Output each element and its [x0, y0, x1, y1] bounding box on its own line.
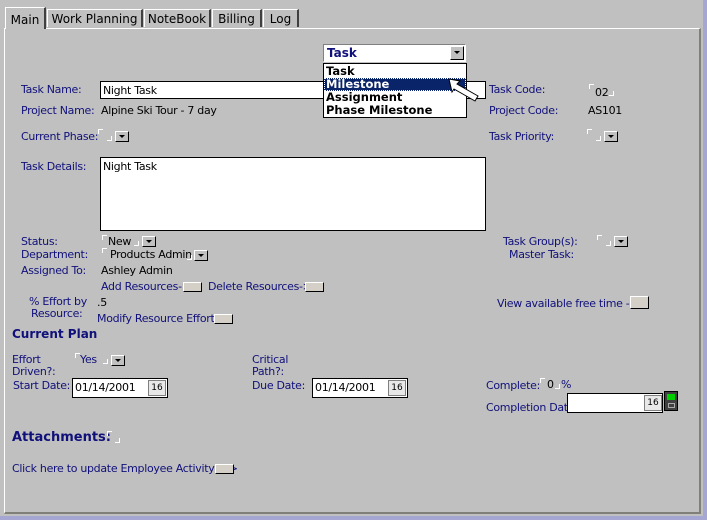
field-bracket: [589, 84, 594, 89]
employee-activity-label: Click here to update Employee Activity -…: [12, 462, 238, 475]
complete-value[interactable]: 0: [547, 378, 554, 391]
effort-driven-value[interactable]: Yes: [80, 353, 97, 366]
field-bracket: [596, 136, 601, 141]
field-bracket: [107, 431, 112, 436]
delete-resources-label: Delete Resources->: [208, 280, 312, 293]
status-dropdown[interactable]: [142, 236, 156, 247]
field-bracket: [115, 438, 120, 443]
task-details-textarea[interactable]: Night Task: [100, 157, 486, 231]
task-name-label: Task Name:: [21, 83, 82, 96]
completion-date-label: Completion Date: [486, 401, 575, 414]
effort-value: .5: [97, 296, 107, 309]
free-time-label: View available free time -- >: [497, 297, 646, 310]
field-bracket: [540, 378, 545, 383]
field-bracket: [555, 384, 560, 389]
task-groups-dropdown[interactable]: [614, 236, 628, 247]
task-code-value[interactable]: 02: [595, 86, 609, 99]
effort-driven-dropdown[interactable]: [111, 355, 125, 366]
due-date-value: 01/14/2001: [315, 381, 376, 394]
effort-driven-label-2: Driven?:: [12, 365, 56, 378]
calendar-icon[interactable]: 16: [388, 380, 406, 396]
employee-activity-button[interactable]: [215, 464, 234, 474]
task-type-selected: Task: [327, 46, 357, 60]
device-keypad: [668, 403, 675, 408]
field-bracket: [606, 241, 611, 246]
task-code-label: Task Code:: [489, 83, 546, 96]
assigned-to-label: Assigned To:: [21, 264, 86, 277]
task-type-dropdown: Task Milestone Assignment Phase Mileston…: [323, 63, 467, 118]
status-label: Status:: [21, 235, 58, 248]
due-date-label: Due Date:: [252, 379, 306, 392]
project-name-value: Alpine Ski Tour - 7 day: [101, 104, 217, 117]
percent-sign: %: [561, 378, 572, 391]
department-dropdown[interactable]: [194, 250, 208, 261]
tab-log[interactable]: Log: [263, 9, 299, 27]
tab-notebook[interactable]: NoteBook: [144, 9, 211, 27]
current-plan-heading: Current Plan: [12, 327, 98, 341]
project-code-label: Project Code:: [489, 104, 559, 117]
effort-by-resource-label-2: Resource:: [31, 307, 83, 320]
master-task-label: Master Task:: [509, 248, 574, 261]
modify-effort-button[interactable]: [214, 314, 233, 324]
field-bracket: [134, 241, 139, 246]
field-bracket: [609, 91, 614, 96]
department-value[interactable]: Products Admin: [110, 248, 192, 261]
project-code-value: AS101: [588, 104, 623, 117]
add-resources-button[interactable]: [183, 282, 202, 292]
device-screen: [667, 394, 675, 400]
complete-label: Complete:: [486, 379, 541, 392]
calendar-icon[interactable]: 16: [148, 380, 166, 396]
start-date-value: 01/14/2001: [75, 381, 136, 394]
field-bracket: [102, 235, 107, 240]
task-type-select[interactable]: Task: [323, 44, 466, 62]
handheld-device-icon[interactable]: [664, 391, 678, 411]
start-date-label: Start Date:: [13, 379, 71, 392]
task-groups-label: Task Group(s):: [503, 235, 578, 248]
critical-path-label-2: Path?:: [252, 365, 284, 378]
mouse-pointer-icon: [448, 78, 479, 102]
status-value[interactable]: New: [108, 235, 131, 248]
assigned-to-value: Ashley Admin: [101, 264, 173, 277]
tab-main[interactable]: Main: [5, 7, 46, 29]
field-bracket: [587, 129, 592, 134]
modify-effort-label: Modify Resource Effort->: [97, 312, 228, 325]
task-priority-label: Task Priority:: [489, 130, 555, 143]
delete-resources-button[interactable]: [305, 282, 324, 292]
task-priority-dropdown[interactable]: [604, 131, 618, 142]
field-bracket: [187, 255, 192, 260]
add-resources-label: Add Resources->: [101, 280, 191, 293]
current-phase-dropdown[interactable]: [115, 131, 129, 142]
tab-billing[interactable]: Billing: [212, 9, 262, 27]
field-bracket: [597, 235, 602, 240]
field-bracket: [107, 136, 112, 141]
field-bracket: [103, 359, 108, 364]
department-label: Department:: [21, 248, 88, 261]
free-time-button[interactable]: [630, 296, 649, 309]
chevron-down-icon[interactable]: [450, 46, 464, 60]
tab-work-planning[interactable]: Work Planning: [47, 9, 143, 27]
field-bracket: [98, 129, 103, 134]
task-details-label: Task Details:: [21, 160, 87, 173]
field-bracket: [102, 248, 107, 253]
calendar-icon[interactable]: 16: [644, 395, 662, 411]
option-phase-milestone[interactable]: Phase Milestone: [324, 104, 466, 117]
current-phase-label: Current Phase:: [21, 130, 99, 143]
project-name-label: Project Name:: [21, 104, 95, 117]
task-window: Main Work Planning NoteBook Billing Log …: [0, 0, 705, 518]
attachments-heading: Attachments:: [12, 430, 111, 445]
